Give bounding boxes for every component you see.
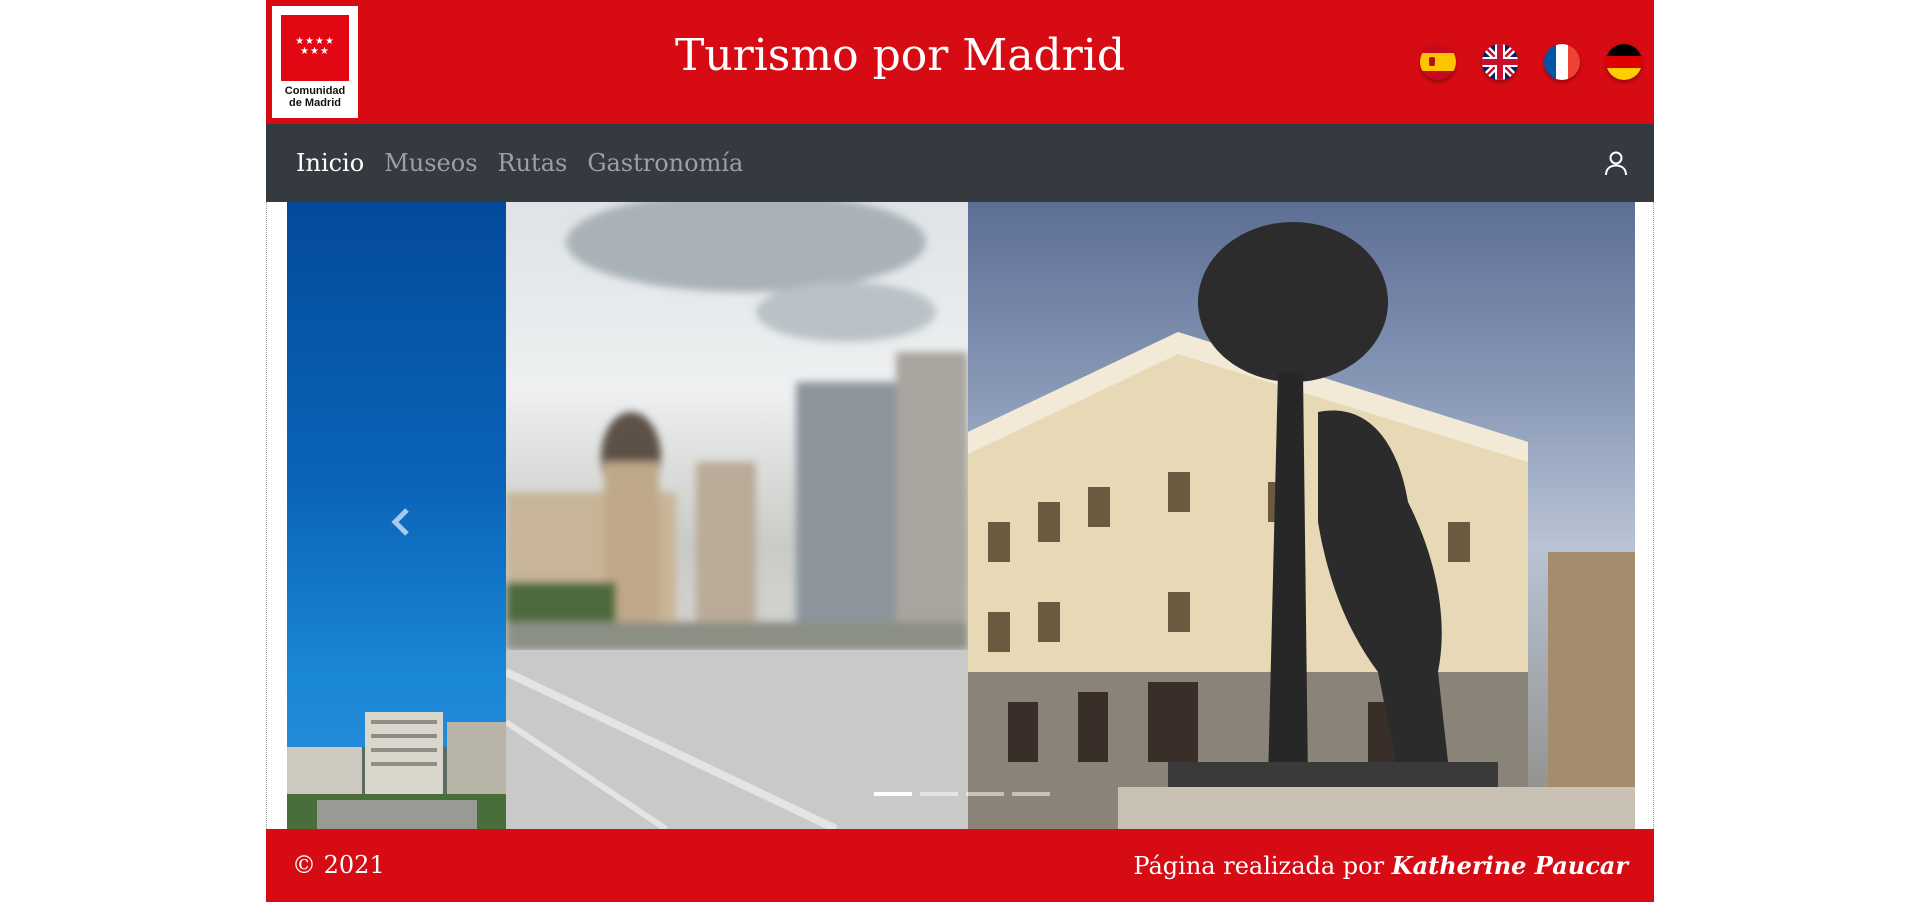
spain-flag-icon[interactable] xyxy=(1420,44,1456,80)
user-icon[interactable] xyxy=(1602,149,1630,177)
slide-gran-via xyxy=(506,202,968,829)
header: ★★★★ ★★★ Comunidad de Madrid Turismo por … xyxy=(266,0,1654,124)
credits-prefix: Página realizada por xyxy=(1133,852,1392,880)
nav-item-museos[interactable]: Museos xyxy=(384,149,477,177)
france-flag-icon[interactable] xyxy=(1544,44,1580,80)
carousel-indicator-3[interactable] xyxy=(966,792,1004,796)
nav-item-inicio[interactable]: Inicio xyxy=(296,149,364,177)
page: ★★★★ ★★★ Comunidad de Madrid Turismo por … xyxy=(266,0,1654,902)
footer: © 2021 Página realizada por Katherine Pa… xyxy=(266,829,1654,902)
nav-item-gastronomia[interactable]: Gastronomía xyxy=(587,149,743,177)
nav-menu: Inicio Museos Rutas Gastronomía xyxy=(296,124,743,202)
carousel-indicator-2[interactable] xyxy=(920,792,958,796)
logo-text-line1: Comunidad xyxy=(284,85,346,97)
uk-flag-icon[interactable] xyxy=(1482,44,1518,80)
language-selector xyxy=(1420,44,1642,80)
nav-item-rutas[interactable]: Rutas xyxy=(498,149,568,177)
credits-text: Página realizada por Katherine Paucar xyxy=(1133,829,1628,903)
carousel-prev-button[interactable] xyxy=(383,502,423,542)
author-name: Katherine Paucar xyxy=(1391,851,1628,880)
chevron-left-icon xyxy=(391,508,409,536)
logo-text: Comunidad de Madrid xyxy=(272,85,358,109)
carousel-indicator-4[interactable] xyxy=(1012,792,1050,796)
germany-flag-icon[interactable] xyxy=(1606,44,1642,80)
copyright-text: © 2021 xyxy=(292,851,385,879)
image-carousel xyxy=(266,202,1654,829)
logo-text-line2: de Madrid xyxy=(289,97,341,109)
slide-oso-y-madrono xyxy=(968,202,1635,829)
carousel-indicator-1[interactable] xyxy=(874,792,912,796)
site-title: Turismo por Madrid xyxy=(675,30,1125,81)
slide-madrid-skyline xyxy=(287,202,506,829)
carousel-indicators xyxy=(874,792,1050,796)
navbar: Inicio Museos Rutas Gastronomía xyxy=(266,124,1654,202)
